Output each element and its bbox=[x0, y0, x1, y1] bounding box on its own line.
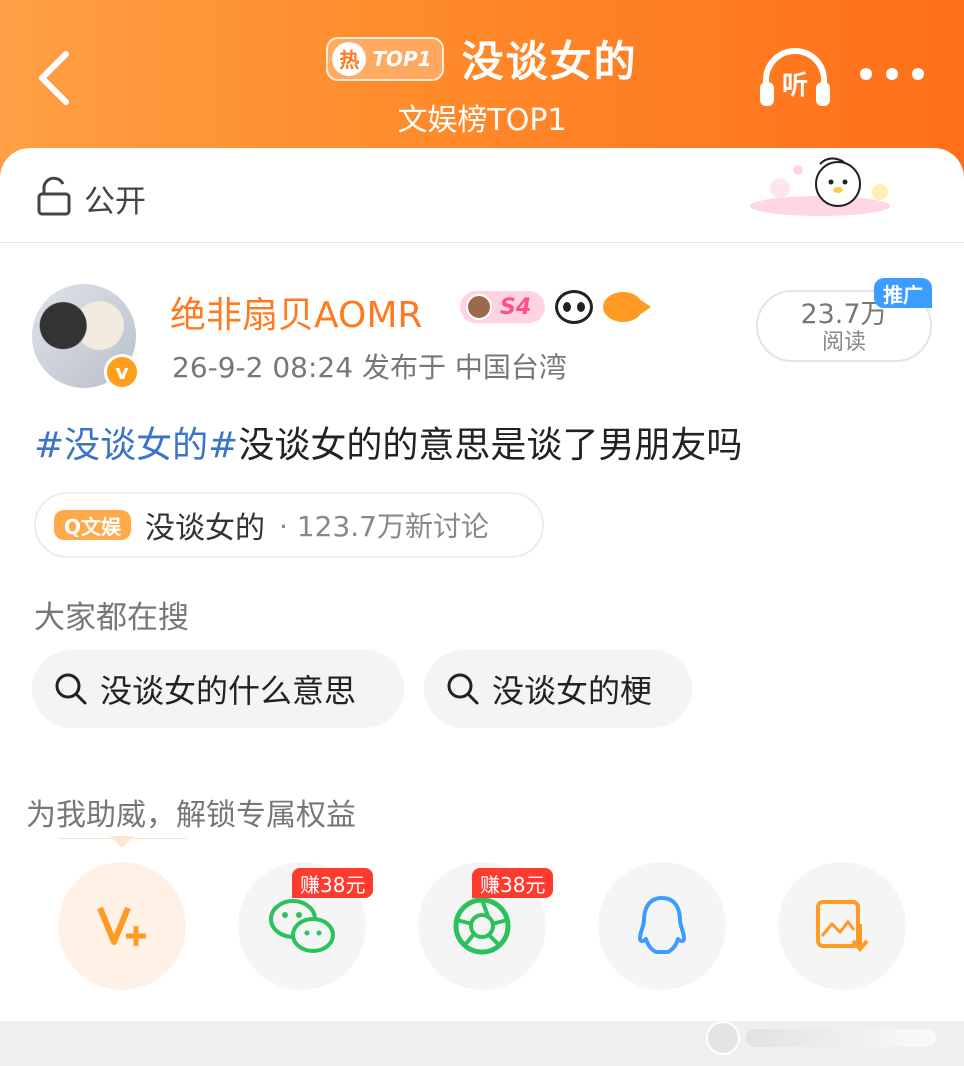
moments-icon bbox=[453, 897, 511, 955]
search-suggestion[interactable]: 没谈女的什么意思 bbox=[32, 650, 404, 728]
read-label: 阅读 bbox=[821, 330, 866, 355]
post-body: #没谈女的#没谈女的的意思是谈了男朋友吗 bbox=[34, 416, 742, 468]
lock-open-icon bbox=[37, 176, 71, 216]
search-suggestion[interactable]: 没谈女的梗 bbox=[424, 650, 692, 728]
topic-name: 没谈女的 bbox=[145, 511, 266, 546]
verified-badge-icon: v bbox=[104, 354, 140, 390]
topic-category-tag: Q文娱 bbox=[54, 510, 132, 540]
panda-icon[interactable] bbox=[555, 290, 594, 324]
hashtag-link[interactable]: #没谈女的# bbox=[34, 425, 238, 466]
hot-rank-badge: 热 TOP1 bbox=[326, 36, 444, 81]
search-icon bbox=[55, 673, 87, 705]
page-title: 没谈女的 bbox=[461, 37, 638, 86]
sticker-decoration-icon bbox=[750, 157, 890, 216]
reward-badge: 赚38元 bbox=[472, 868, 554, 898]
level-label: S4 bbox=[500, 294, 532, 320]
search-suggestion-label: 没谈女的什么意思 bbox=[100, 672, 357, 710]
listen-button[interactable]: 听 bbox=[758, 44, 832, 110]
promo-tag[interactable]: 推广 bbox=[874, 278, 932, 308]
v-plus-icon bbox=[97, 906, 146, 946]
qq-icon bbox=[638, 896, 686, 954]
post-card: 公开 v 绝非扇贝AOMR S4 26-9-2 08:24 发布于 中国台湾 2… bbox=[0, 148, 964, 1021]
listen-label: 听 bbox=[782, 71, 808, 101]
hot-icon: 热 bbox=[332, 41, 367, 76]
visibility-row[interactable]: 公开 bbox=[0, 148, 964, 243]
wechat-icon bbox=[269, 899, 335, 953]
user-badges: S4 bbox=[460, 290, 652, 324]
more-button[interactable] bbox=[860, 68, 924, 88]
search-icon bbox=[447, 673, 479, 705]
visibility-label: 公开 bbox=[84, 184, 146, 220]
post-meta: 26-9-2 08:24 发布于 中国台湾 bbox=[172, 351, 567, 384]
share-qq-button[interactable] bbox=[598, 862, 726, 990]
save-image-icon bbox=[816, 900, 869, 953]
topic-discussion-count: · 123.7万新讨论 bbox=[279, 510, 489, 543]
reward-badge: 赚38元 bbox=[292, 868, 374, 898]
pufferfish-icon[interactable] bbox=[603, 292, 652, 322]
pointer-caret bbox=[110, 836, 134, 848]
more-dots-icon bbox=[860, 68, 872, 80]
level-avatar-icon bbox=[466, 294, 492, 320]
post-body-text: 没谈女的的意思是谈了男朋友吗 bbox=[238, 425, 743, 466]
save-image-button[interactable] bbox=[778, 862, 906, 990]
search-heading: 大家都在搜 bbox=[34, 600, 189, 636]
support-heading: 为我助威，解锁专属权益 bbox=[26, 798, 356, 833]
search-suggestion-label: 没谈女的梗 bbox=[492, 672, 653, 710]
boost-button[interactable] bbox=[58, 862, 186, 990]
username[interactable]: 绝非扇贝AOMR bbox=[170, 286, 422, 338]
topic-chip[interactable]: Q文娱 没谈女的 · 123.7万新讨论 bbox=[34, 492, 544, 558]
level-badge[interactable]: S4 bbox=[460, 291, 546, 323]
watermark bbox=[706, 1018, 936, 1058]
headphones-icon: 听 bbox=[760, 48, 830, 106]
top-rank-label: TOP1 bbox=[372, 46, 432, 71]
